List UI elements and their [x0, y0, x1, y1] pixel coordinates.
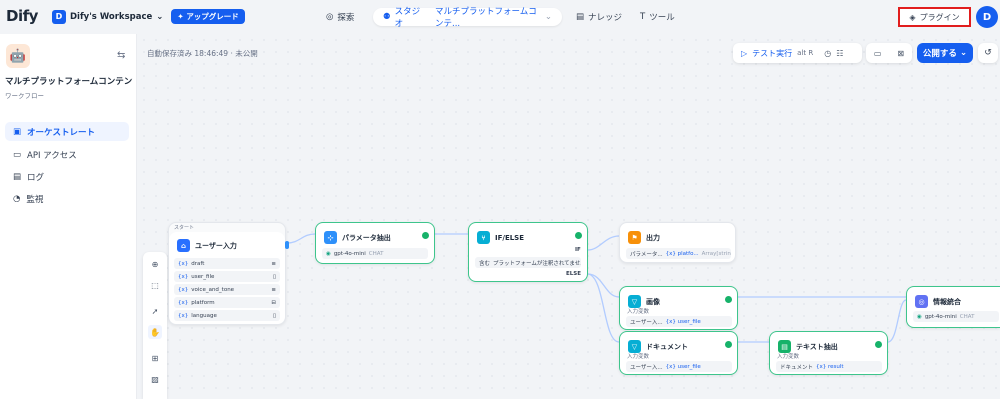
input-var: {x} result: [816, 363, 844, 370]
output-var-label: パラメータ...: [630, 251, 663, 258]
var-name: user_file: [191, 273, 215, 280]
var-type-icon: ⊟: [271, 299, 276, 306]
var-row: {x} language ▯: [174, 310, 280, 321]
input-source: ユーザー入...: [630, 319, 663, 326]
hand-icon[interactable]: ✋: [148, 325, 162, 339]
output-title: 出力: [646, 233, 660, 242]
model-name: gpt-4o-mini: [333, 250, 366, 257]
var-row: {x} voice_and_tone ≡: [174, 284, 280, 295]
env-tools-group: ▭ ⊠: [866, 43, 912, 63]
else-label: ELSE: [566, 271, 581, 277]
input-var: {x} user_file: [665, 363, 701, 370]
model-name: gpt-4o-mini: [924, 313, 957, 320]
start-node[interactable]: スタート ⌂ ユーザー入力 {x} draft ≡ {x} user_file ▯ {x…: [168, 222, 289, 325]
if-label: IF: [575, 247, 581, 253]
llm-icon: ◎: [915, 295, 928, 308]
info-title: 情報統合: [933, 297, 961, 306]
var-row: {x} user_file ▯: [174, 271, 280, 282]
document-title: ドキュメント: [646, 342, 688, 351]
output-node[interactable]: ⚑ 出力 パラメータ... {x} platfo... Array[string…: [619, 222, 736, 263]
openai-icon: ◉: [917, 313, 922, 320]
user-icon: ⌂: [177, 239, 190, 252]
model-pill: ◉ gpt-4o-mini CHAT: [322, 248, 428, 259]
var-row: {x} draft ≡: [174, 258, 280, 269]
image-node[interactable]: ▽ 画像 入力変数 ユーザー入... {x} user_file: [619, 286, 738, 330]
document-node[interactable]: ▽ ドキュメント 入力変数 ユーザー入... {x} user_file: [619, 331, 738, 375]
env-icon[interactable]: ▭: [874, 49, 882, 58]
var-type-icon: ▯: [272, 273, 276, 280]
play-icon[interactable]: ▷: [741, 49, 747, 58]
var-type-icon: ≡: [271, 260, 276, 267]
input-var: {x} user_file: [665, 318, 701, 325]
input-source: ドキュメント: [780, 364, 814, 371]
var-row: {x} platform ⊟: [174, 297, 280, 308]
history-icon[interactable]: ↺: [978, 43, 998, 63]
chevron-down-icon: ⌄: [959, 48, 968, 58]
node-title: ⚑ 出力: [628, 231, 660, 244]
success-check-icon: [725, 296, 732, 303]
input-var-pill: ドキュメント {x} result: [776, 361, 882, 372]
input-var-pill: ユーザー入... {x} user_file: [626, 361, 732, 372]
canvas-toolbar: ⊕ ⬚ ➚ ✋ ⊞ ▨: [143, 252, 167, 399]
node-title: ⊹ パラメータ抽出: [324, 231, 391, 244]
input-label: 入力変数: [627, 354, 650, 360]
condition-text: プラットフォームが注釈されてませ...: [493, 260, 581, 267]
model-mode: CHAT: [368, 250, 384, 257]
success-check-icon: [575, 232, 582, 239]
input-source: ユーザー入...: [630, 364, 663, 371]
extract-icon: ⊹: [324, 231, 337, 244]
node-title: ⑂ IF/ELSE: [477, 231, 524, 244]
branch-icon: ⑂: [477, 231, 490, 244]
organize-icon[interactable]: ⊞: [149, 352, 161, 364]
var-name: language: [191, 312, 217, 319]
pointer-icon[interactable]: ➚: [149, 305, 161, 317]
success-check-icon: [422, 232, 429, 239]
condition-operator: 含む: [479, 260, 491, 267]
test-run-group: ▷ テスト実行 alt R ◷ ☷: [733, 43, 862, 63]
success-check-icon: [875, 341, 882, 348]
var-type-icon: ≡: [271, 286, 276, 293]
output-var-type: Array[string]: [701, 250, 731, 257]
param-title: パラメータ抽出: [342, 233, 391, 242]
variables-icon[interactable]: ⊠: [897, 49, 904, 58]
publish-button[interactable]: 公開する ⌄: [917, 43, 973, 63]
ifelse-title: IF/ELSE: [495, 233, 525, 242]
checklist-icon[interactable]: ☷: [836, 49, 843, 58]
add-note-icon[interactable]: ⬚: [149, 279, 161, 291]
output-var-pill: パラメータ... {x} platfo... Array[string]: [626, 248, 731, 259]
text-extract-title: テキスト抽出: [796, 342, 838, 351]
output-var: {x} platfo...: [665, 250, 699, 257]
var-name: voice_and_tone: [191, 286, 235, 293]
condition-pill: 含む プラットフォームが注釈されてませ...: [475, 257, 581, 268]
shortcut-hint: alt R: [797, 49, 814, 57]
text-extract-node[interactable]: ▤ テキスト抽出 入力変数 ドキュメント {x} result: [769, 331, 888, 375]
model-mode: CHAT: [959, 313, 975, 320]
export-image-icon[interactable]: ▨: [149, 373, 161, 385]
if-else-node[interactable]: ⑂ IF/ELSE IF 含む プラットフォームが注釈されてませ... ELSE: [468, 222, 588, 282]
var-name: draft: [191, 260, 205, 267]
output-handle[interactable]: [285, 241, 289, 249]
input-label: 入力変数: [777, 354, 800, 360]
var-type-icon: ▯: [272, 312, 276, 319]
param-extract-node[interactable]: ⊹ パラメータ抽出 ◉ gpt-4o-mini CHAT: [315, 222, 435, 264]
flag-icon: ⚑: [628, 231, 641, 244]
features-icon[interactable]: ◷: [824, 49, 831, 58]
node-tag: スタート: [174, 225, 195, 231]
input-label: 入力変数: [627, 309, 650, 315]
start-title: ユーザー入力: [195, 241, 237, 250]
image-title: 画像: [646, 297, 660, 306]
info-merge-node[interactable]: ◎ 情報統合 ◉ gpt-4o-mini CHAT: [906, 286, 1000, 328]
var-name: platform: [191, 299, 215, 306]
publish-label: 公開する: [922, 49, 957, 59]
node-title: ◎ 情報統合: [915, 295, 961, 308]
add-node-icon[interactable]: ⊕: [149, 258, 161, 270]
openai-icon: ◉: [326, 250, 331, 257]
node-title: ⌂ ユーザー入力: [177, 239, 237, 252]
autosave-status: 自動保存済み 18:46:49 · 未公開: [147, 49, 258, 58]
test-run-button[interactable]: テスト実行: [752, 48, 792, 59]
success-check-icon: [725, 341, 732, 348]
input-var-pill: ユーザー入... {x} user_file: [626, 316, 732, 327]
model-pill: ◉ gpt-4o-mini CHAT: [913, 311, 999, 322]
